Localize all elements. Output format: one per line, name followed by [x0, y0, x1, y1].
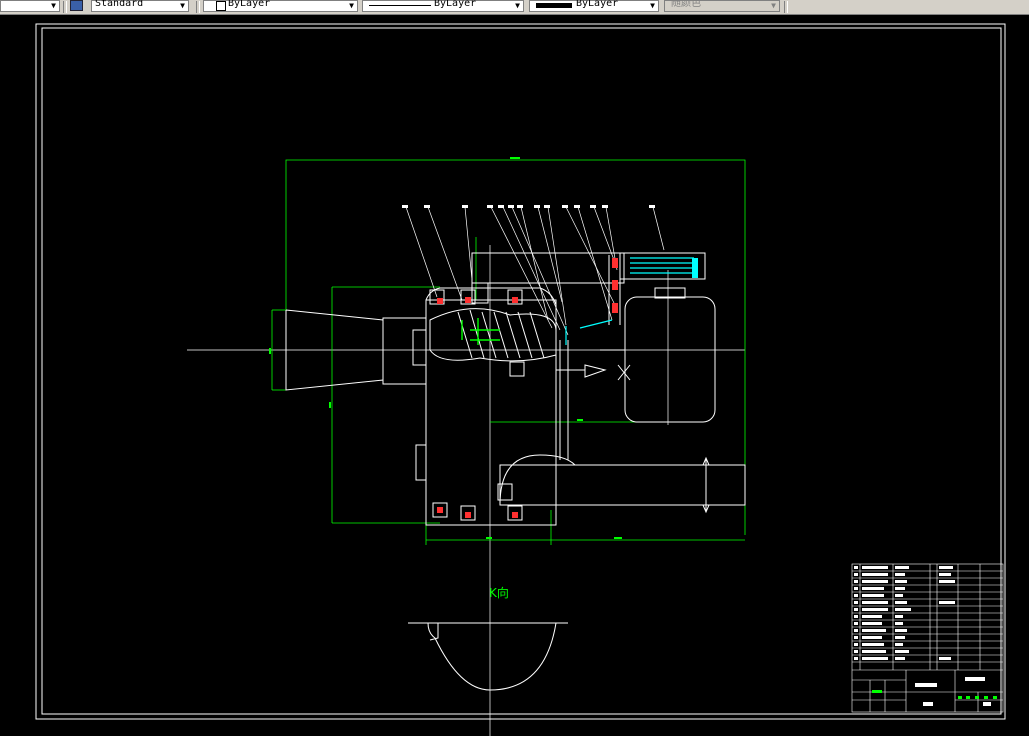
text-style-icon[interactable]	[70, 0, 83, 11]
toolbar-divider	[784, 1, 788, 13]
sheet-inner-border	[41, 27, 1002, 715]
drawing-canvas[interactable]: K向	[0, 15, 1029, 736]
k-view-sketch	[408, 622, 568, 691]
chevron-down-icon: ▼	[515, 1, 520, 10]
color-swatch-icon	[216, 1, 226, 11]
title-block-text	[854, 566, 991, 706]
chevron-down-icon: ▼	[51, 1, 56, 10]
callout-labels	[402, 205, 655, 208]
chevron-down-icon: ▼	[180, 1, 185, 10]
linetype-sample-icon	[369, 5, 431, 6]
plotstyle-dropdown[interactable]: 随颜色 ▼	[664, 0, 780, 12]
lineweight-dropdown[interactable]: ByLayer ▼	[529, 0, 659, 12]
lineweight-sample-icon	[536, 3, 572, 8]
view-label: K向	[489, 585, 509, 600]
color-dropdown[interactable]: ByLayer ▼	[203, 0, 358, 12]
chevron-down-icon: ▼	[349, 1, 354, 10]
sheet-outer-border	[35, 23, 1006, 720]
toolbar-divider	[63, 1, 67, 13]
color-value: ByLayer	[228, 0, 271, 9]
linetype-dropdown[interactable]: ByLayer ▼	[362, 0, 524, 12]
linetype-value: ByLayer	[434, 0, 477, 9]
layer-dropdown[interactable]: ▼	[0, 0, 60, 12]
toolbar-divider	[196, 1, 200, 13]
chevron-down-icon: ▼	[650, 1, 655, 10]
dimension-values	[269, 157, 622, 539]
dimension-lines	[271, 159, 746, 545]
machine-body	[285, 252, 746, 526]
lineweight-value: ByLayer	[576, 0, 619, 9]
chevron-down-icon: ▼	[771, 1, 776, 10]
properties-toolbar: ▼ Standard ▼ ByLayer ▼ ByLayer ▼ ByLayer…	[0, 0, 1029, 15]
plotstyle-value: 随颜色	[671, 0, 701, 9]
text-style-dropdown[interactable]: Standard ▼	[91, 0, 189, 12]
text-style-value: Standard	[95, 0, 144, 9]
